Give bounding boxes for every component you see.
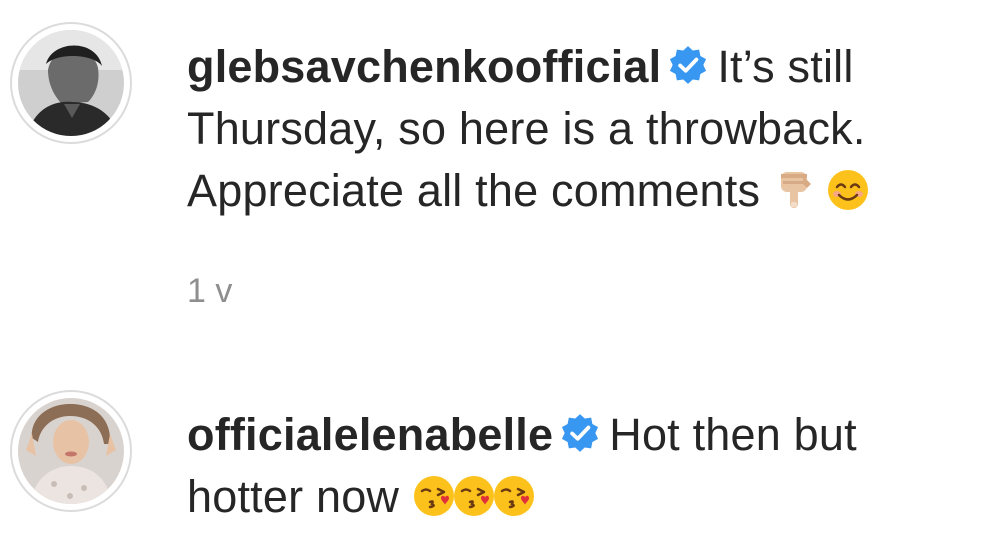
verified-badge-icon xyxy=(667,40,709,84)
comment-body: glebsavchenkoofficial It’s still Thursda… xyxy=(187,36,977,222)
face-blowing-a-kiss-icon xyxy=(492,472,536,516)
comment-body: officialelenabelle Hot then but hotter n… xyxy=(187,404,977,528)
verified-badge-icon xyxy=(559,408,601,452)
face-blowing-a-kiss-icon xyxy=(452,472,496,516)
avatar[interactable] xyxy=(10,390,132,512)
avatar-image xyxy=(18,398,124,504)
comment-timestamp[interactable]: 1 v xyxy=(187,272,232,311)
smiling-face-with-smiling-eyes-icon xyxy=(826,166,870,210)
avatar[interactable] xyxy=(10,22,132,144)
comment-username[interactable]: officialelenabelle xyxy=(187,409,553,460)
face-blowing-a-kiss-icon xyxy=(412,472,456,516)
avatar-image xyxy=(18,30,124,136)
comment-username[interactable]: glebsavchenkoofficial xyxy=(187,41,661,92)
backhand-index-pointing-down-icon xyxy=(773,166,817,210)
